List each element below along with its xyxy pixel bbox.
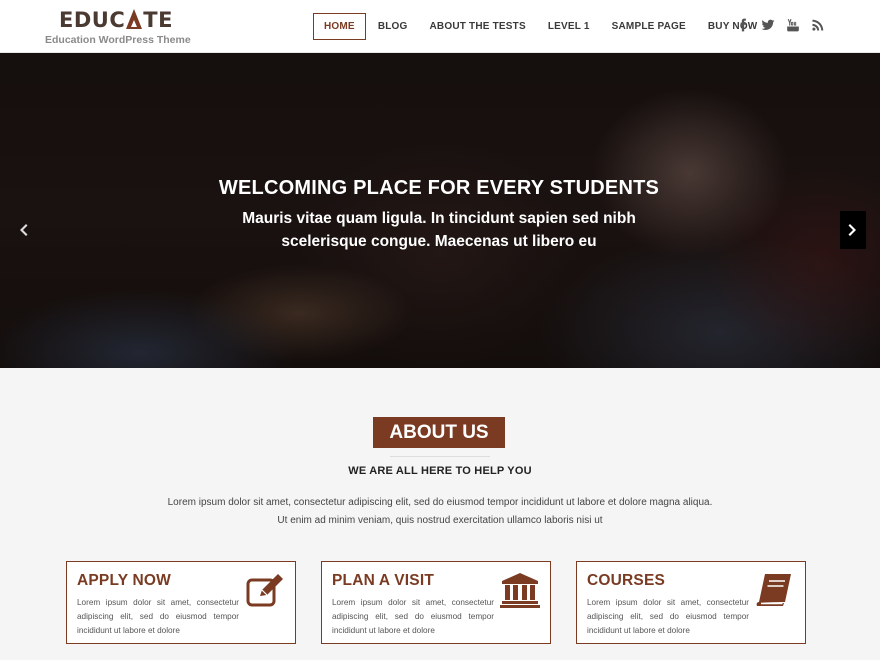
chevron-right-icon (848, 224, 856, 236)
nav-level-1[interactable]: LEVEL 1 (538, 14, 600, 39)
hero-slider: WELCOMING PLACE FOR EVERY STUDENTS Mauri… (0, 53, 880, 368)
about-heading: ABOUT US (373, 417, 505, 448)
about-subheading: WE ARE ALL HERE TO HELP YOU (348, 465, 532, 477)
rss-icon[interactable] (810, 17, 826, 33)
logo-text-left: EDUC (59, 8, 126, 32)
card-text: Lorem ipsum dolor sit amet, consectetur … (332, 598, 494, 635)
edit-icon (245, 572, 285, 608)
book-icon (755, 572, 795, 608)
slider-prev-button[interactable] (10, 211, 36, 249)
about-divider (390, 456, 490, 457)
twitter-icon[interactable] (760, 17, 776, 33)
hero-title: WELCOMING PLACE FOR EVERY STUDENTS (218, 177, 660, 199)
logo-tagline: Education WordPress Theme (45, 34, 191, 46)
about-line-2: Ut enim ad minim veniam, quis nostrud ex… (277, 515, 603, 526)
chevron-left-icon (20, 224, 28, 236)
institution-icon (500, 572, 540, 608)
site-header: EDUC TE Education WordPress Theme HOME B… (0, 0, 880, 53)
nav-blog[interactable]: BLOG (368, 14, 418, 39)
nav-about-the-tests[interactable]: ABOUT THE TESTS (420, 14, 536, 39)
card-courses[interactable]: COURSES Lorem ipsum dolor sit amet, cons… (576, 561, 806, 644)
card-plan-a-visit[interactable]: PLAN A VISIT Lorem ipsum dolor sit amet,… (321, 561, 551, 644)
nav-sample-page[interactable]: SAMPLE PAGE (602, 14, 696, 39)
card-text: Lorem ipsum dolor sit amet, consectetur … (77, 598, 239, 635)
card-text: Lorem ipsum dolor sit amet, consectetur … (587, 598, 749, 635)
card-apply-now[interactable]: APPLY NOW Lorem ipsum dolor sit amet, co… (66, 561, 296, 644)
logo-wordmark: EDUC TE (59, 7, 185, 32)
facebook-icon[interactable] (735, 17, 751, 33)
youtube-icon[interactable] (785, 17, 801, 33)
site-logo[interactable]: EDUC TE Education WordPress Theme (45, 7, 191, 46)
social-links (735, 17, 826, 33)
logo-text-right: TE (143, 8, 173, 32)
about-description: Lorem ipsum dolor sit amet, consectetur … (150, 494, 730, 530)
main-nav: HOME BLOG ABOUT THE TESTS LEVEL 1 SAMPLE… (313, 13, 769, 40)
nav-home[interactable]: HOME (313, 13, 366, 40)
about-line-1: Lorem ipsum dolor sit amet, consectetur … (167, 497, 713, 508)
slider-next-button[interactable] (840, 211, 866, 249)
hero-subtitle: Mauris vitae quam ligula. In tincidunt s… (242, 210, 636, 250)
logo-triangle-icon (126, 9, 143, 29)
